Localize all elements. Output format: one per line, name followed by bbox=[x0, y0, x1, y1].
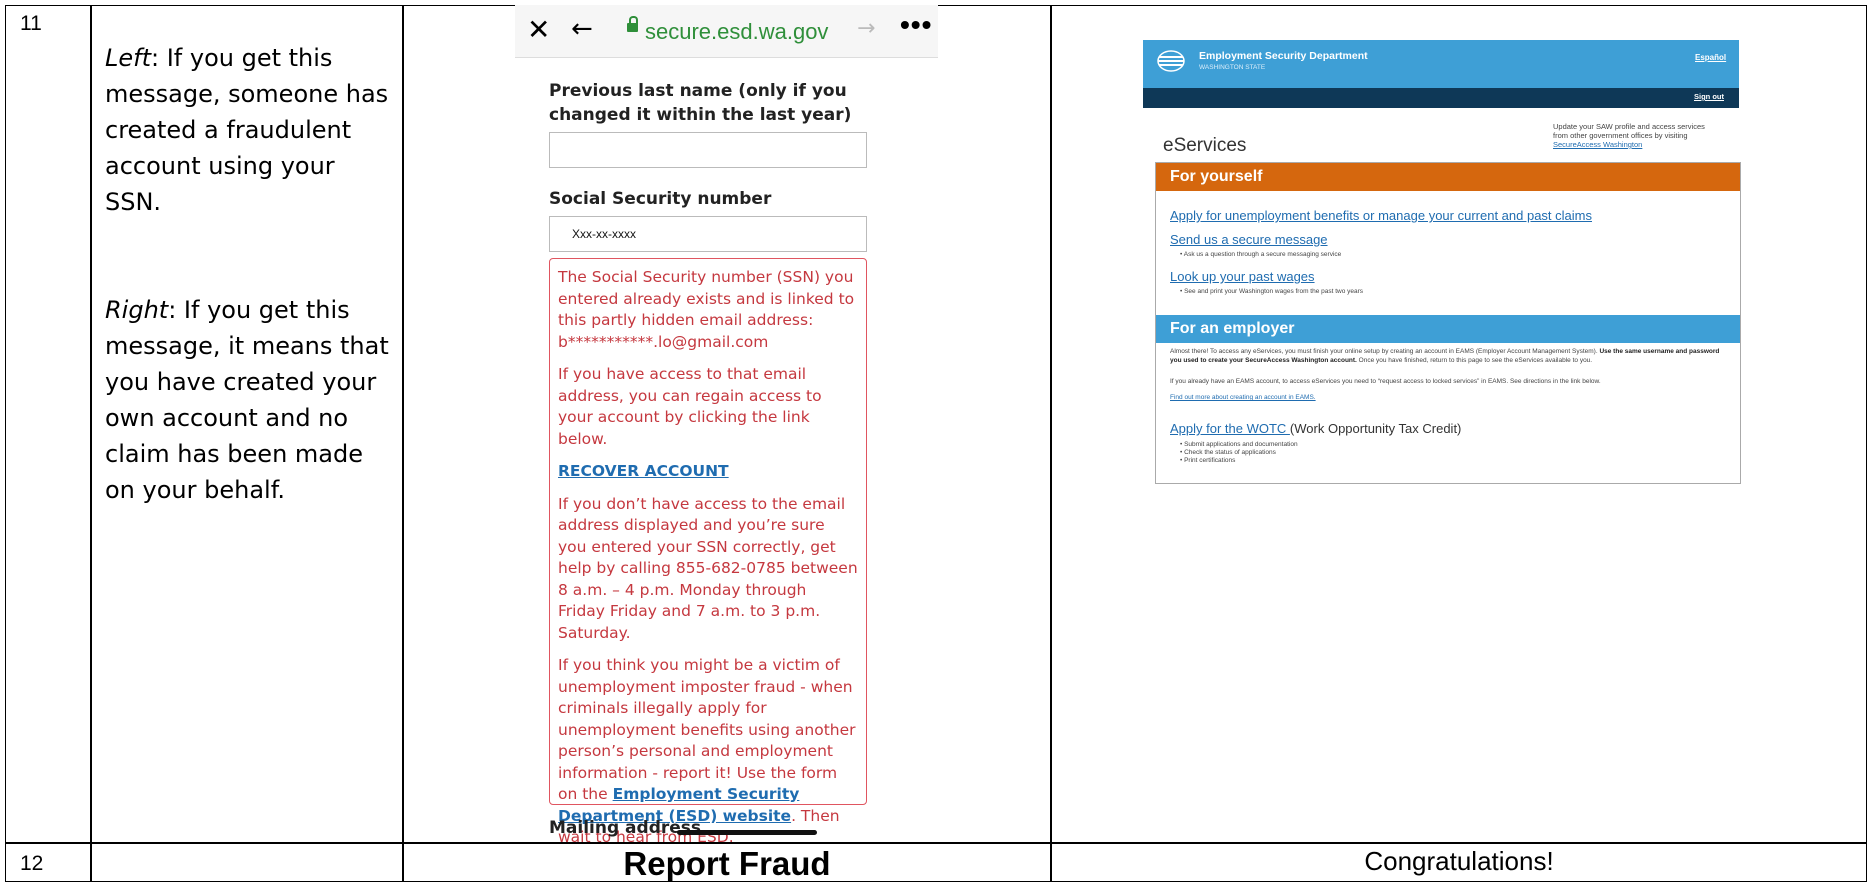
apply-benefits-link[interactable]: Apply for unemployment benefits or manag… bbox=[1170, 208, 1592, 223]
error-paragraph: The Social Security number (SSN) you ent… bbox=[558, 268, 855, 351]
esd-logo-icon bbox=[1157, 50, 1185, 72]
secure-message-link[interactable]: Send us a secure message bbox=[1170, 232, 1328, 247]
more-dots-icon[interactable]: ••• bbox=[900, 9, 932, 41]
prev-last-name-input[interactable] bbox=[549, 132, 867, 168]
phone-screenshot: ✕ ← secure.esd.wa.gov → ••• Previous las… bbox=[515, 5, 938, 842]
employer-note: If you already have an EAMS account, to … bbox=[1170, 378, 1601, 385]
list-item: • Check the status of applications bbox=[1180, 449, 1276, 456]
url-text[interactable]: secure.esd.wa.gov bbox=[645, 19, 828, 45]
sign-out-link[interactable]: Sign out bbox=[1694, 92, 1724, 101]
for-yourself-header: For yourself bbox=[1156, 163, 1740, 191]
error-paragraph: If you think you might be a victim of un… bbox=[558, 656, 856, 842]
row-number: 11 bbox=[20, 12, 42, 35]
left-label: Left bbox=[105, 44, 151, 72]
error-paragraph: If you don’t have access to the email ad… bbox=[558, 494, 858, 642]
eams-link[interactable]: Find out more about creating an account … bbox=[1170, 394, 1316, 401]
ssn-label: Social Security number bbox=[549, 189, 772, 209]
list-item: • Ask us a question through a secure mes… bbox=[1180, 251, 1342, 258]
column-divider bbox=[90, 5, 92, 882]
employer-instructions: Almost there! To access any eServices, y… bbox=[1170, 348, 1720, 364]
row-number: 12 bbox=[20, 852, 44, 875]
page-title: eServices bbox=[1163, 135, 1247, 156]
for-employer-header: For an employer bbox=[1156, 315, 1740, 343]
list-item: • Print certifications bbox=[1180, 457, 1236, 464]
wotc-link[interactable]: Apply for the WOTC bbox=[1170, 421, 1290, 436]
left-description: Left: If you get this message, someone h… bbox=[105, 40, 395, 220]
lock-icon bbox=[627, 16, 638, 32]
error-paragraph: If you have access to that email address… bbox=[558, 365, 822, 448]
right-label: Right bbox=[105, 296, 169, 324]
eams-info: Find out more about creating an account … bbox=[1170, 394, 1730, 403]
recover-account-link[interactable]: RECOVER ACCOUNT bbox=[558, 462, 729, 480]
list-item: • Submit applications and documentation bbox=[1180, 441, 1298, 448]
eservices-screenshot: Employment Security Department WASHINGTO… bbox=[1143, 40, 1741, 485]
browser-url-bar: ✕ ← secure.esd.wa.gov → ••• bbox=[515, 5, 938, 58]
past-wages-link[interactable]: Look up your past wages bbox=[1170, 269, 1315, 284]
congratulations-heading: Congratulations! bbox=[1364, 846, 1554, 876]
column-divider bbox=[402, 5, 404, 882]
home-indicator bbox=[677, 830, 817, 835]
ssn-value: Xxx-xx-xxxx bbox=[572, 227, 636, 241]
back-arrow-icon[interactable]: ← bbox=[571, 14, 593, 44]
ssn-error-message: The Social Security number (SSN) you ent… bbox=[549, 258, 867, 842]
mailing-address-label: Mailing address bbox=[549, 818, 702, 838]
saw-update-note: Update your SAW profile and access servi… bbox=[1553, 122, 1733, 149]
ssn-input[interactable]: Xxx-xx-xxxx bbox=[549, 216, 867, 252]
prev-last-name-label: Previous last name (only if you changed … bbox=[549, 81, 852, 125]
list-item: • See and print your Washington wages fr… bbox=[1180, 288, 1364, 295]
right-description: Right: If you get this message, it means… bbox=[105, 292, 395, 508]
row-divider bbox=[5, 842, 1867, 844]
nav-band bbox=[1143, 88, 1739, 108]
espanol-link[interactable]: Español bbox=[1695, 53, 1726, 62]
wotc-line: Apply for the WOTC (Work Opportunity Tax… bbox=[1170, 421, 1462, 436]
right-text: : If you get this message, it means that… bbox=[105, 296, 389, 504]
close-icon[interactable]: ✕ bbox=[527, 13, 550, 46]
state-name: WASHINGTON STATE bbox=[1199, 64, 1266, 71]
instruction-text: Left: If you get this message, someone h… bbox=[105, 40, 395, 508]
services-panel: For yourself Apply for unemployment bene… bbox=[1155, 162, 1741, 484]
column-divider bbox=[1050, 5, 1052, 882]
department-name: Employment Security Department bbox=[1199, 50, 1368, 62]
forward-arrow-icon[interactable]: → bbox=[857, 16, 875, 41]
report-fraud-heading: Report Fraud bbox=[623, 845, 831, 882]
secureaccess-link[interactable]: SecureAccess Washington bbox=[1553, 140, 1733, 149]
